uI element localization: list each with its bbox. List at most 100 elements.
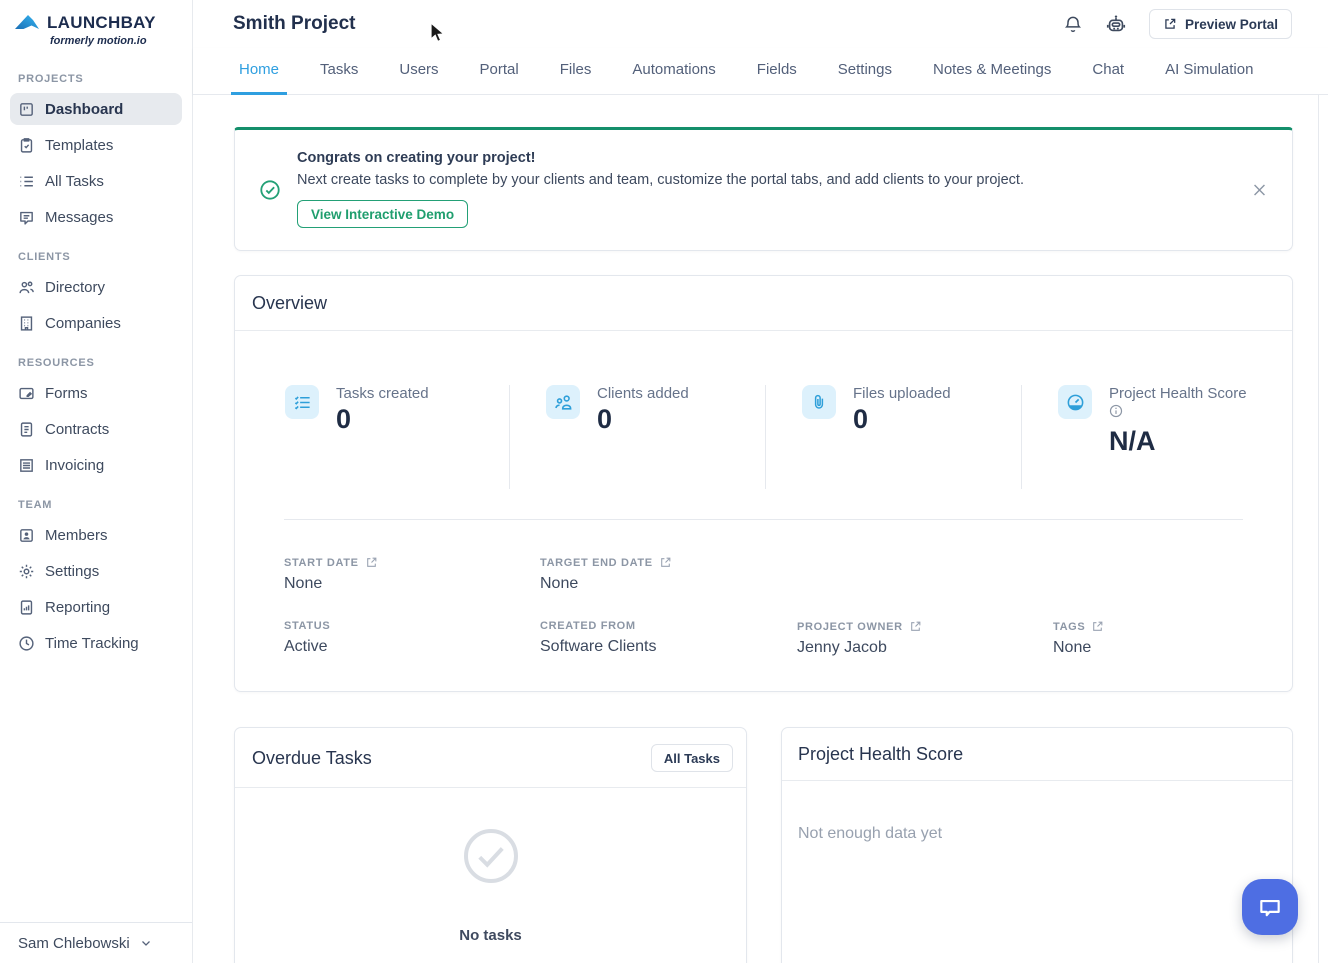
sidebar-item-invoicing[interactable]: Invoicing (10, 449, 182, 481)
overview-title: Overview (252, 293, 328, 313)
notifications-button[interactable] (1063, 14, 1083, 34)
field-start-date[interactable]: START DATE None (284, 556, 540, 593)
field-project-owner[interactable]: PROJECT OWNER Jenny Jacob (797, 620, 1053, 657)
templates-icon (18, 137, 35, 154)
sidebar-section-projects: PROJECTS Dashboard Templates All Tasks M… (10, 73, 182, 233)
sidebar-item-all-tasks[interactable]: All Tasks (10, 165, 182, 197)
forms-icon (18, 385, 35, 402)
field-value: Software Clients (540, 638, 657, 655)
stat-value: 0 (853, 404, 869, 434)
banner-body: Next create tasks to complete by your cl… (297, 172, 1024, 188)
field-label-text: TARGET END DATE (540, 556, 653, 569)
big-check-circle-icon (461, 826, 521, 891)
messages-icon (18, 209, 35, 226)
bell-icon (1063, 14, 1083, 34)
edit-link-icon[interactable] (659, 556, 672, 569)
edit-link-icon[interactable] (1091, 620, 1104, 633)
sidebar-item-time-tracking[interactable]: Time Tracking (10, 627, 182, 659)
clock-icon (18, 635, 35, 652)
tab-users[interactable]: Users (391, 61, 446, 95)
companies-icon (18, 315, 35, 332)
all-tasks-icon (18, 173, 35, 190)
sidebar-item-forms[interactable]: Forms (10, 377, 182, 409)
field-label-text: TAGS (1053, 620, 1086, 633)
tab-settings[interactable]: Settings (830, 61, 900, 95)
tab-home[interactable]: Home (231, 61, 288, 95)
page-title: Smith Project (233, 13, 356, 34)
section-label: TEAM (18, 499, 53, 511)
brand-logo: LAUNCHBAY formerly motion.io (10, 12, 182, 47)
preview-portal-button[interactable]: Preview Portal (1148, 9, 1292, 39)
field-value: None (1053, 639, 1092, 656)
health-empty-text: Not enough data yet (798, 825, 943, 842)
sidebar-item-messages[interactable]: Messages (10, 201, 182, 233)
paperclip-icon (802, 385, 836, 419)
stat-label: Project Health Score (1109, 385, 1247, 402)
sidebar-item-dashboard[interactable]: Dashboard (10, 93, 182, 125)
sidebar-item-contracts[interactable]: Contracts (10, 413, 182, 445)
overview-card: Overview Tasks created 0 Clients added 0… (234, 275, 1293, 692)
tab-notes-meetings[interactable]: Notes & Meetings (925, 61, 1059, 95)
sidebar-item-label: Reporting (45, 598, 111, 616)
field-tags[interactable]: TAGS None (1053, 620, 1292, 657)
tab-tasks[interactable]: Tasks (312, 61, 366, 95)
section-label: PROJECTS (18, 73, 84, 85)
stat-label: Files uploaded (853, 385, 951, 402)
health-card-title: Project Health Score (798, 744, 964, 764)
overdue-tasks-title: Overdue Tasks (252, 747, 372, 768)
stat-label: Clients added (597, 385, 689, 402)
view-interactive-demo-button[interactable]: View Interactive Demo (297, 200, 469, 228)
tab-chat[interactable]: Chat (1084, 61, 1132, 95)
sidebar-item-templates[interactable]: Templates (10, 129, 182, 161)
sidebar-item-members[interactable]: Members (10, 519, 182, 551)
user-menu[interactable]: Sam Chlebowski (0, 922, 192, 963)
sidebar-item-settings[interactable]: Settings (10, 555, 182, 587)
banner-title: Congrats on creating your project! (297, 150, 536, 166)
tab-files[interactable]: Files (552, 61, 600, 95)
sidebar-item-label: Directory (45, 278, 106, 296)
all-tasks-button[interactable]: All Tasks (650, 744, 733, 772)
tab-fields[interactable]: Fields (749, 61, 805, 95)
stat-clients-added: Clients added 0 (509, 385, 765, 489)
sidebar-item-label: Templates (45, 136, 114, 154)
tab-ai-simulation[interactable]: AI Simulation (1157, 61, 1261, 95)
robot-icon (1105, 13, 1127, 35)
section-label: CLIENTS (18, 251, 71, 263)
tab-automations[interactable]: Automations (624, 61, 723, 95)
sidebar-section-team: TEAM Members Settings Reporting Time Tra… (10, 499, 182, 659)
section-label: RESOURCES (18, 357, 95, 369)
project-health-score-card: Project Health Score Not enough data yet (781, 727, 1293, 963)
launchbay-logo-icon (14, 12, 40, 34)
overview-stats: Tasks created 0 Clients added 0 Files up… (235, 385, 1292, 489)
directory-icon (18, 279, 35, 296)
stat-label: Tasks created (336, 385, 429, 402)
info-icon[interactable] (1109, 404, 1247, 423)
banner-close-button[interactable] (1251, 182, 1268, 199)
field-value: Jenny Jacob (797, 639, 887, 656)
sidebar-item-reporting[interactable]: Reporting (10, 591, 182, 623)
tab-portal[interactable]: Portal (472, 61, 527, 95)
main-area: Smith Project Preview Portal Home Tasks … (193, 0, 1328, 963)
brand-name: LAUNCHBAY (47, 13, 156, 32)
bottom-cards-row: Overdue Tasks All Tasks No tasks Project… (234, 727, 1293, 963)
field-label-text: PROJECT OWNER (797, 620, 903, 633)
stat-tasks-created: Tasks created 0 (235, 385, 509, 489)
field-value: None (540, 575, 579, 592)
sidebar-item-label: Members (45, 526, 108, 544)
sidebar-item-label: Forms (45, 384, 88, 402)
project-fields: START DATE None TARGET END DATE None STA… (235, 520, 1292, 691)
content-scroll-area: Congrats on creating your project! Next … (193, 95, 1328, 963)
sidebar-item-label: Time Tracking (45, 634, 139, 652)
edit-link-icon[interactable] (365, 556, 378, 569)
ai-assistant-button[interactable] (1105, 13, 1127, 35)
sidebar-item-label: Dashboard (45, 100, 124, 118)
edit-link-icon[interactable] (909, 620, 922, 633)
clients-icon (546, 385, 580, 419)
sidebar-section-resources: RESOURCES Forms Contracts Invoicing (10, 357, 182, 481)
app-root: LAUNCHBAY formerly motion.io PROJECTS Da… (0, 0, 1328, 963)
support-chat-button[interactable] (1242, 879, 1298, 935)
sidebar-item-directory[interactable]: Directory (10, 271, 182, 303)
field-target-end-date[interactable]: TARGET END DATE None (540, 556, 1292, 593)
sidebar-item-companies[interactable]: Companies (10, 307, 182, 339)
scrollbar-track[interactable] (1318, 95, 1328, 963)
